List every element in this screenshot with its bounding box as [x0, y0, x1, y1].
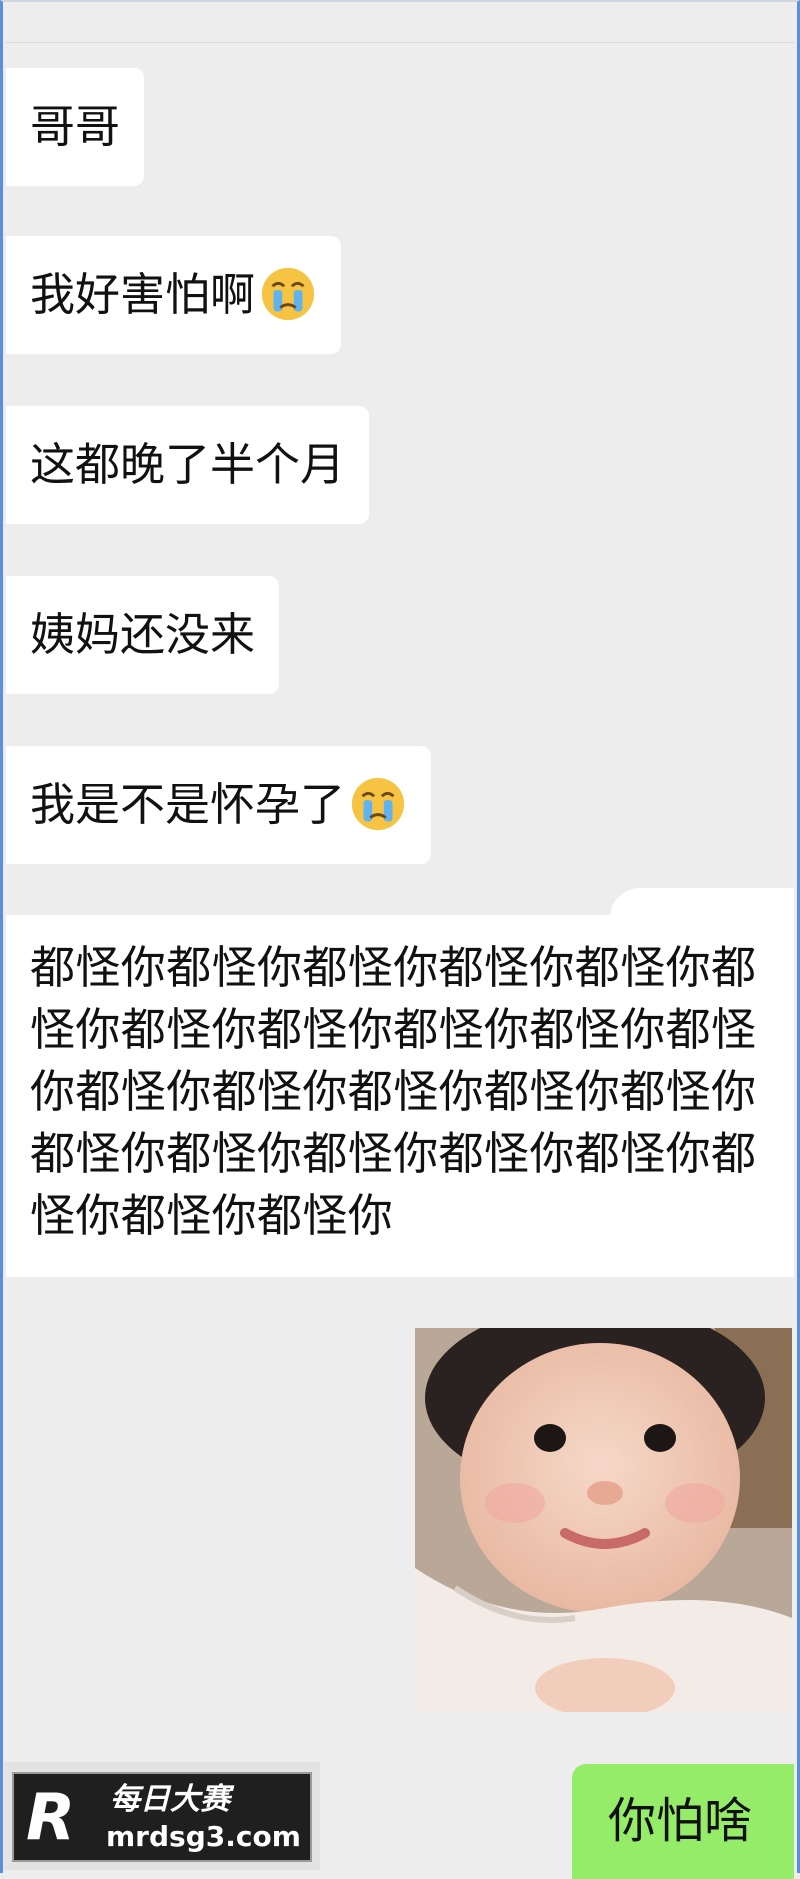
message-text: 这都晚了半个月 [30, 438, 346, 491]
message-text: 姨妈还没来 [30, 608, 256, 661]
message-text: 我好害怕啊 [30, 268, 256, 321]
bubble-corner [610, 888, 794, 918]
message-bubble-1[interactable]: 哥哥 [6, 68, 145, 186]
message-text: 都怪你都怪你都怪你都怪你都怪你都怪你都怪你都怪你都怪你都怪你都怪你都怪你都怪你都… [30, 941, 757, 1242]
message-bubble-long[interactable]: 都怪你都怪你都怪你都怪你都怪你都怪你都怪你都怪你都怪你都怪你都怪你都怪你都怪你都… [6, 915, 794, 1277]
watermark: R 每日大赛 mrdsg3.com [4, 1762, 320, 1870]
watermark-name: 每日大赛 [110, 1782, 230, 1817]
message-bubble-3[interactable]: 这都晚了半个月 [6, 406, 370, 524]
message-bubble-5[interactable]: 我是不是怀孕了 [6, 746, 432, 864]
message-text: 我是不是怀孕了 [30, 778, 346, 831]
crying-face-icon [261, 267, 315, 321]
baby-sticker-image[interactable] [415, 1328, 792, 1712]
message-text: 哥哥 [30, 100, 121, 153]
top-divider [6, 42, 794, 43]
outgoing-message-bubble[interactable]: 你怕啥 [572, 1764, 794, 1879]
message-text: 你怕啥 [608, 1793, 753, 1849]
message-bubble-4[interactable]: 姨妈还没来 [6, 576, 280, 694]
logo-icon: R [26, 1781, 76, 1855]
message-bubble-2[interactable]: 我好害怕啊 [6, 236, 342, 354]
crying-face-icon [351, 777, 405, 831]
watermark-box: R 每日大赛 mrdsg3.com [12, 1772, 312, 1862]
baby-sticker-icon [415, 1328, 792, 1712]
watermark-url: mrdsg3.com [106, 1820, 301, 1853]
